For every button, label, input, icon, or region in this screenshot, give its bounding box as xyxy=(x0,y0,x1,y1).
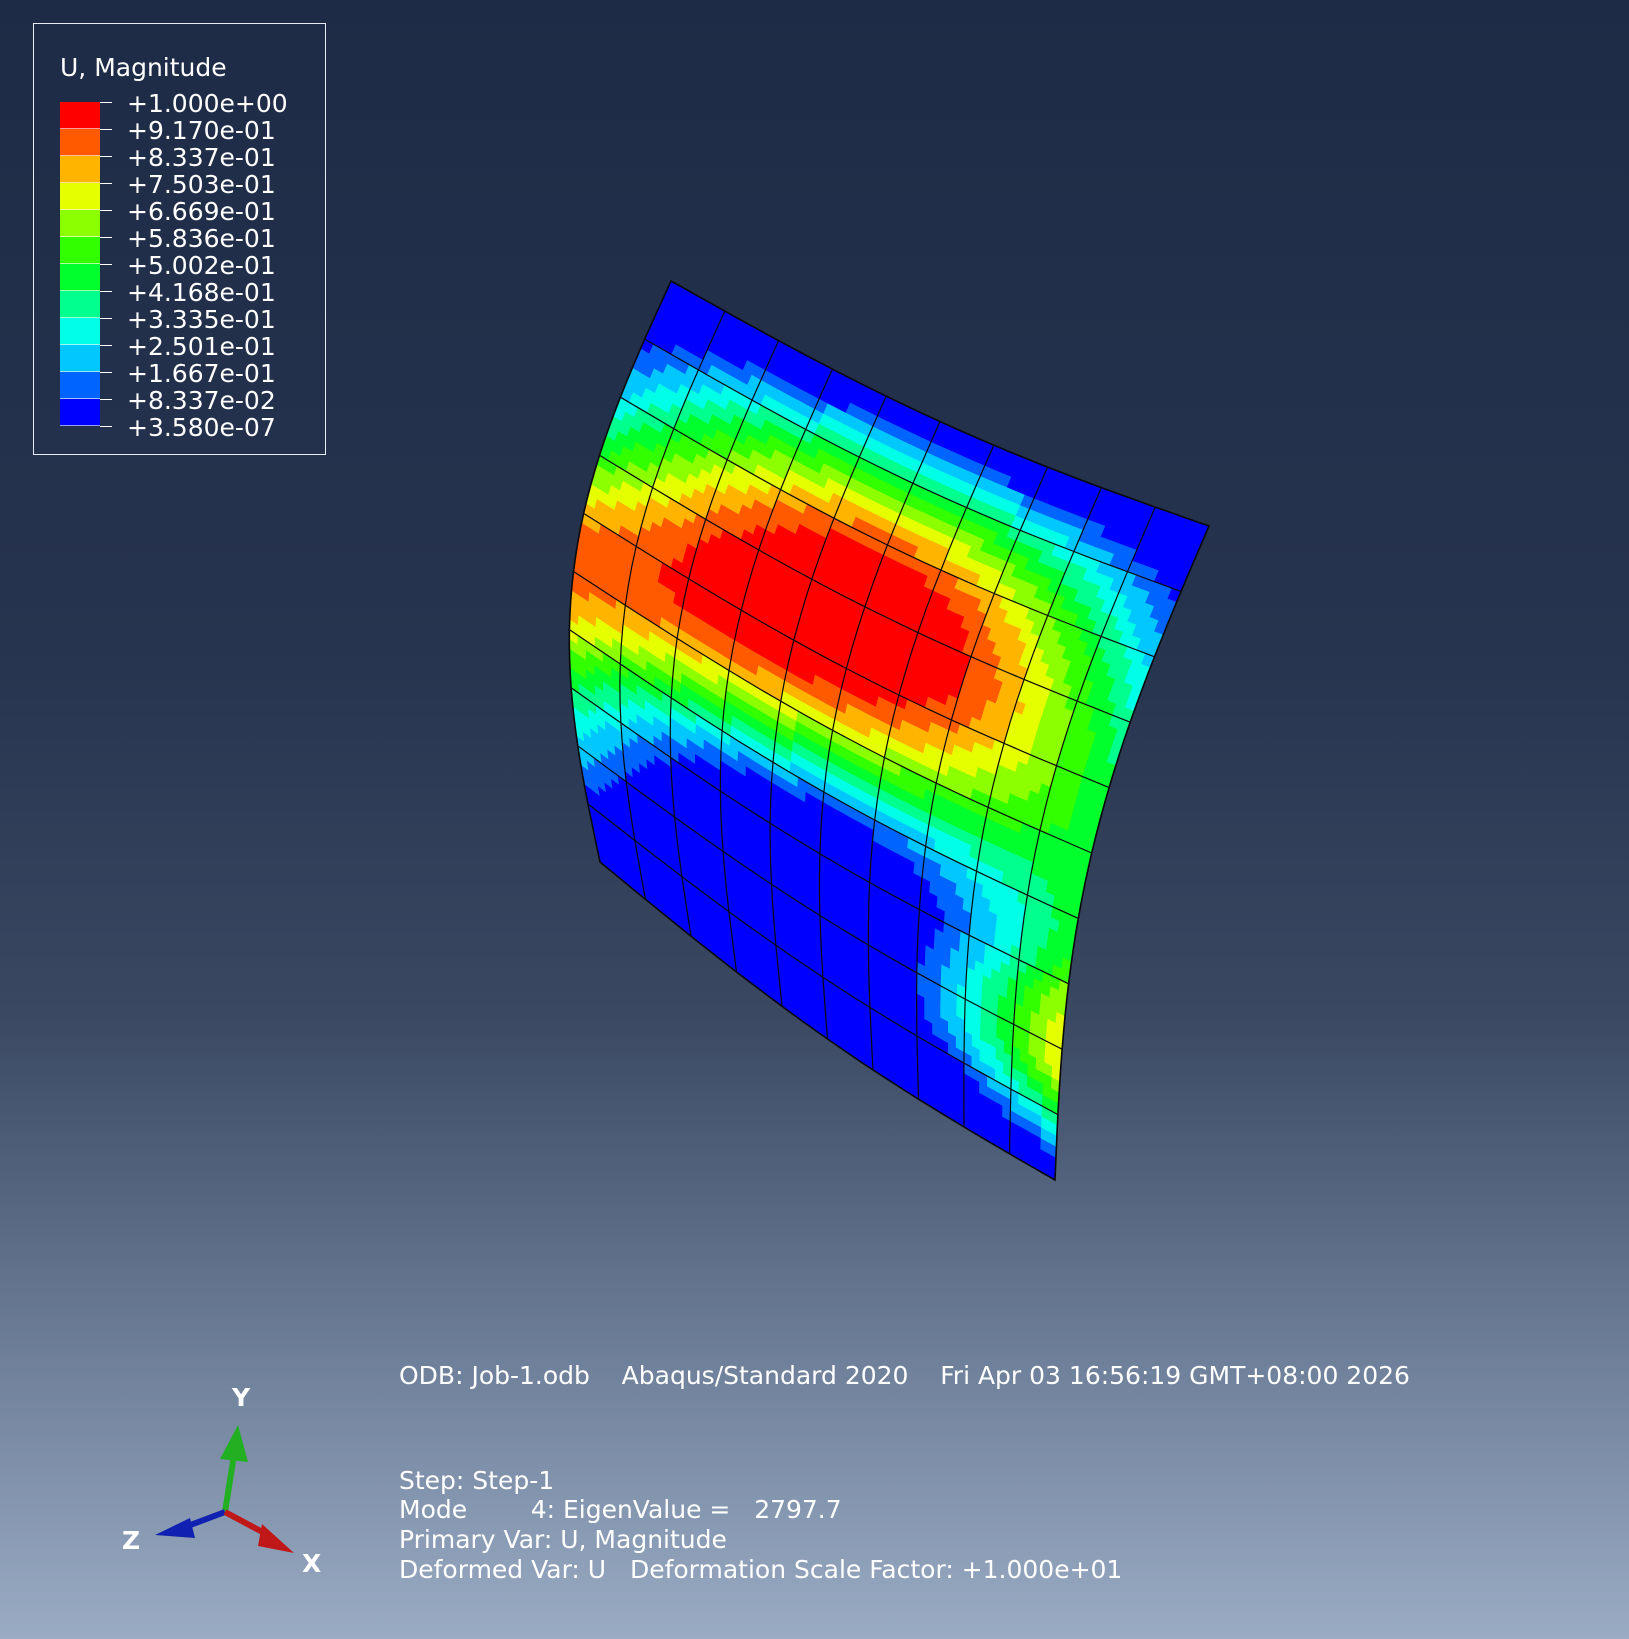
triad-x-label: X xyxy=(302,1549,322,1578)
legend-tick xyxy=(100,291,112,292)
legend-tick xyxy=(100,129,112,130)
legend-label: +3.580e-07 xyxy=(127,413,276,442)
legend-swatch xyxy=(60,183,100,210)
legend-swatch xyxy=(60,156,100,183)
legend-label: +8.337e-02 xyxy=(127,386,276,415)
legend-swatch xyxy=(60,210,100,237)
axis-triad xyxy=(155,1425,294,1553)
legend-title: U, Magnitude xyxy=(60,53,227,82)
legend-label: +9.170e-01 xyxy=(127,116,276,145)
legend-label: +5.002e-01 xyxy=(127,251,276,280)
legend-swatch xyxy=(60,318,100,345)
legend-swatch xyxy=(60,102,100,129)
triad-y-arrowhead xyxy=(220,1425,248,1462)
legend-label: +8.337e-01 xyxy=(127,143,276,172)
legend-label: +4.168e-01 xyxy=(127,278,276,307)
legend-swatch xyxy=(60,264,100,291)
step-info-line: Step: Step-1 xyxy=(399,1466,555,1495)
legend-tick xyxy=(100,102,112,103)
legend-label: +5.836e-01 xyxy=(127,224,276,253)
triad-x-arrowhead xyxy=(258,1524,294,1553)
legend-label: +6.669e-01 xyxy=(127,197,276,226)
legend-tick xyxy=(100,318,112,319)
legend-tick xyxy=(100,264,112,265)
deformed-plate-contour[interactable] xyxy=(568,279,1211,1182)
legend-swatch xyxy=(60,237,100,264)
triad-y-axis xyxy=(222,1454,237,1513)
legend-swatch xyxy=(60,399,100,426)
triad-z-label: Z xyxy=(122,1526,141,1555)
primary-var-line: Primary Var: U, Magnitude xyxy=(399,1525,727,1554)
legend-tick xyxy=(100,156,112,157)
legend-swatch xyxy=(60,129,100,156)
mode-info-line: Mode 4: EigenValue = 2797.7 xyxy=(399,1495,842,1524)
legend-tick xyxy=(100,345,112,346)
legend-label: +3.335e-01 xyxy=(127,305,276,334)
legend-label: +1.000e+00 xyxy=(127,89,288,118)
legend-swatch xyxy=(60,291,100,318)
legend-label: +1.667e-01 xyxy=(127,359,276,388)
legend-swatch xyxy=(60,345,100,372)
triad-z-arrowhead xyxy=(155,1518,195,1538)
legend-tick xyxy=(100,210,112,211)
odb-info-line: ODB: Job-1.odb Abaqus/Standard 2020 Fri … xyxy=(399,1361,1410,1390)
legend-tick xyxy=(100,237,112,238)
triad-y-label: Y xyxy=(232,1383,251,1412)
legend-tick xyxy=(100,426,112,427)
legend-tick xyxy=(100,372,112,373)
deformed-var-line: Deformed Var: U Deformation Scale Factor… xyxy=(399,1555,1123,1584)
legend-swatch xyxy=(60,372,100,399)
legend-label: +7.503e-01 xyxy=(127,170,276,199)
legend-tick xyxy=(100,399,112,400)
legend-label: +2.501e-01 xyxy=(127,332,276,361)
legend-tick xyxy=(100,183,112,184)
